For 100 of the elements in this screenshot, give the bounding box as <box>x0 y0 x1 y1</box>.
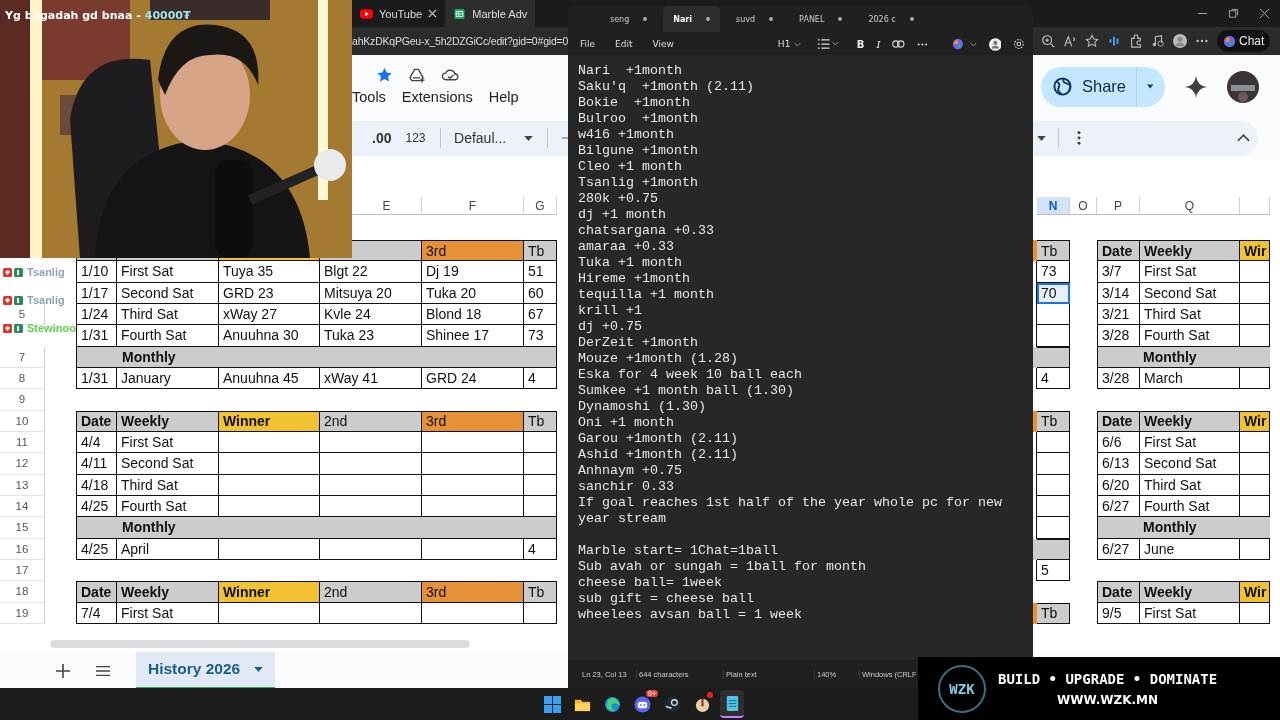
number-format-button[interactable]: 123 <box>405 131 426 145</box>
row-number[interactable]: 8 <box>0 367 45 390</box>
italic-button[interactable]: I <box>876 38 881 50</box>
table-cell[interactable]: 4 <box>1037 367 1070 390</box>
chat-button[interactable]: Chat <box>1217 30 1271 52</box>
column-header[interactable]: F <box>422 197 524 215</box>
text-line: Marble start= 1Chat=1ball <box>578 543 779 559</box>
row-number[interactable]: 10 <box>0 410 45 432</box>
list-icon[interactable] <box>817 39 841 49</box>
collapse-icon[interactable] <box>1237 134 1250 142</box>
menu-item[interactable]: Help <box>488 89 519 105</box>
settings-icon[interactable] <box>1013 38 1025 50</box>
scrollbar[interactable] <box>50 639 470 648</box>
music-icon[interactable] <box>1151 34 1165 48</box>
menu-item[interactable]: Tools <box>352 89 386 105</box>
sparkle-icon[interactable] <box>1185 75 1207 98</box>
text-line: Bulroo +1month <box>578 111 699 127</box>
browser-tab[interactable]: Marble Adv <box>445 0 536 27</box>
sheet-tab[interactable]: History 2026 <box>136 651 276 690</box>
table-cell[interactable]: 73 <box>1037 261 1070 283</box>
table-cell[interactable] <box>1037 431 1070 454</box>
column-header[interactable]: N <box>1037 197 1070 215</box>
menu-item[interactable]: View <box>652 39 674 49</box>
close-icon[interactable] <box>428 9 438 18</box>
table-cell[interactable]: 5 <box>1037 559 1070 582</box>
document-tab[interactable]: suvd <box>726 6 784 32</box>
column-heading[interactable]: Tb <box>1037 240 1070 262</box>
read-aloud-icon[interactable] <box>1063 34 1077 48</box>
star-icon[interactable] <box>376 67 393 83</box>
row-number[interactable]: 17 <box>0 559 45 582</box>
avatar-icon[interactable] <box>1227 70 1259 103</box>
row-number[interactable]: 14 <box>0 495 45 518</box>
heading-dropdown[interactable]: H1 <box>777 39 802 49</box>
table-cell: 3/21 <box>1097 303 1140 326</box>
menu-item[interactable]: File <box>580 39 596 49</box>
bold-button[interactable]: B <box>856 38 865 50</box>
browser-tab[interactable]: YouTube <box>352 0 446 27</box>
section-band[interactable] <box>1037 538 1070 560</box>
row-number[interactable]: 15 <box>0 517 45 539</box>
more-icon[interactable] <box>1077 131 1081 145</box>
font-dropdown[interactable]: Defaul... <box>454 130 534 146</box>
table-cell: 6/6 <box>1097 431 1140 454</box>
row-number[interactable]: 9 <box>0 389 45 411</box>
document-tab[interactable]: Nari <box>663 6 721 32</box>
text-line: Cleo +1 month <box>578 159 683 175</box>
column-header[interactable]: G <box>524 197 557 215</box>
address-field[interactable]: ahKzDKqPGeu-x_5h2DZGiCc/edit?gid=0#gid=0 <box>352 35 569 47</box>
menu-item[interactable]: Extensions <box>401 89 473 105</box>
table-cell[interactable] <box>1037 495 1070 518</box>
table-cell: Tuka 20 <box>422 282 524 304</box>
table-cell[interactable] <box>1037 303 1070 326</box>
zoom-icon[interactable] <box>1041 34 1055 48</box>
profile-icon[interactable] <box>1173 34 1187 48</box>
star-icon[interactable] <box>1085 34 1099 48</box>
column-header[interactable]: P <box>1097 197 1140 215</box>
row-number[interactable]: 12 <box>0 453 45 475</box>
menu-icon[interactable] <box>96 663 110 678</box>
row-number[interactable]: 11 <box>0 431 45 454</box>
share-button[interactable]: Share <box>1041 66 1165 107</box>
table-cell[interactable] <box>1037 453 1070 475</box>
row-number[interactable]: 16 <box>0 538 45 560</box>
drive-add-icon[interactable] <box>409 67 426 83</box>
extension-icon[interactable] <box>1129 34 1143 48</box>
document-tab[interactable]: 2026 c <box>858 6 924 32</box>
sound-icon[interactable] <box>1107 34 1121 48</box>
table-cell <box>524 431 557 454</box>
notepad-taskbar-icon[interactable] <box>720 690 744 718</box>
section-band[interactable] <box>1037 346 1070 368</box>
link-icon[interactable] <box>892 40 906 48</box>
table-cell: 3/28 <box>1097 325 1140 347</box>
row-number[interactable]: 19 <box>0 602 45 624</box>
table-cell[interactable] <box>1037 325 1070 347</box>
table-cell[interactable]: 70 <box>1037 282 1070 304</box>
table-cell[interactable] <box>1037 474 1070 496</box>
table-cell <box>1240 431 1270 454</box>
document-tab[interactable]: PANEL <box>789 6 853 32</box>
more-icon[interactable] <box>917 42 928 46</box>
restore-icon[interactable] <box>1228 8 1239 19</box>
caret-icon[interactable] <box>1146 84 1153 89</box>
table-cell[interactable] <box>1037 517 1070 539</box>
column-header[interactable]: Q <box>1140 197 1240 215</box>
row-number[interactable]: 7 <box>0 346 45 368</box>
close-icon[interactable] <box>1259 8 1270 19</box>
menu-item[interactable]: Edit <box>615 39 633 49</box>
row-number[interactable]: 13 <box>0 474 45 496</box>
column-heading[interactable]: Tb <box>1037 602 1070 624</box>
copilot-icon[interactable] <box>951 38 964 50</box>
document-tab[interactable]: seng <box>600 6 658 32</box>
text-line: dj +0.75 <box>578 319 643 335</box>
add-sheet-icon[interactable] <box>56 663 70 678</box>
column-header[interactable]: E <box>352 197 422 215</box>
text-line: dj +1 month <box>578 207 667 223</box>
increase-decimal-button[interactable]: .00 <box>372 130 392 146</box>
cloud-check-icon[interactable] <box>442 67 459 83</box>
account-icon[interactable] <box>988 37 1002 51</box>
row-number[interactable]: 18 <box>0 581 45 603</box>
caret-icon[interactable] <box>1037 135 1046 141</box>
column-heading[interactable]: Tb <box>1037 410 1070 432</box>
text-editor[interactable] <box>568 55 1033 660</box>
column-header[interactable]: O <box>1070 197 1097 215</box>
